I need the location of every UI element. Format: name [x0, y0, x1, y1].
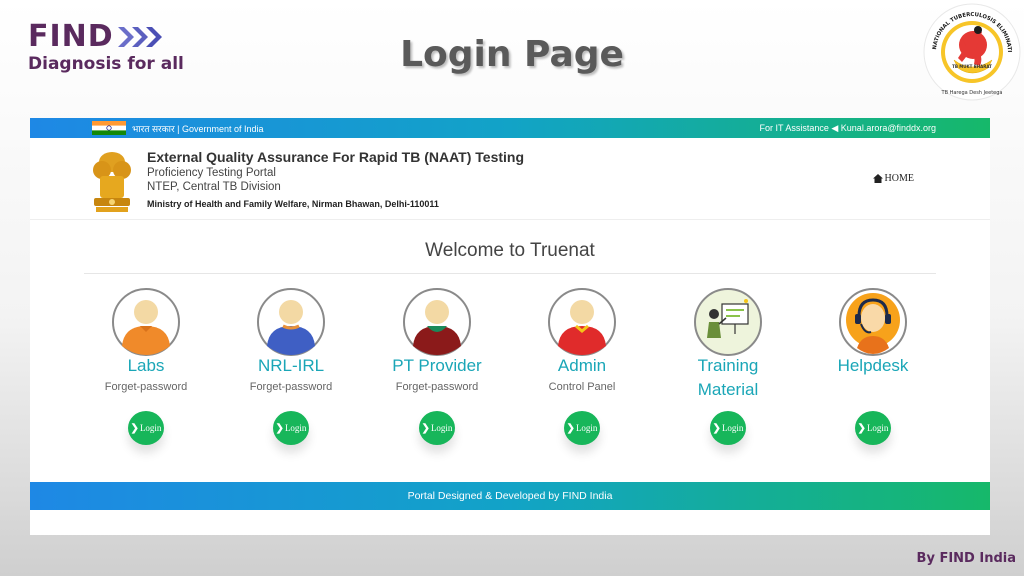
lab-user-avatar-icon — [112, 288, 180, 356]
login-button-admin[interactable]: ❯ Login — [564, 411, 600, 445]
seal-slogan-2: TB Harega Desh Jeetega — [941, 90, 1003, 96]
card-helpdesk: Helpdesk ❯ Login — [813, 288, 933, 445]
welcome-heading: Welcome to Truenat — [425, 240, 595, 261]
login-button-labs[interactable]: ❯ Login — [128, 411, 164, 445]
forget-password-link[interactable]: Forget-password — [231, 381, 351, 393]
portal-header: External Quality Assurance For Rapid TB … — [30, 138, 990, 220]
pt-provider-avatar-icon — [403, 288, 471, 356]
login-button-helpdesk[interactable]: ❯ Login — [855, 411, 891, 445]
portal-screenshot: भारत सरकार | Government of India For IT … — [30, 118, 990, 535]
seal-slogan-1: TB MUKT BHARAT — [952, 64, 992, 69]
card-labs: Labs Forget-password ❯ Login — [86, 288, 206, 445]
home-link[interactable]: HOME — [872, 173, 914, 184]
portal-subtitle-2: NTEP, Central TB Division — [147, 181, 281, 193]
training-presenter-icon — [694, 288, 762, 356]
admin-avatar-icon — [548, 288, 616, 356]
card-title: Helpdesk — [837, 356, 909, 375]
control-panel-link[interactable]: Control Panel — [522, 381, 642, 393]
slide-title: Login Page — [400, 34, 624, 75]
card-admin: Admin Control Panel ❯ Login — [522, 288, 642, 445]
portal-subtitle-1: Proficiency Testing Portal — [147, 167, 276, 179]
login-button-nrl-irl[interactable]: ❯ Login — [273, 411, 309, 445]
forget-password-link[interactable]: Forget-password — [86, 381, 206, 393]
login-button-pt-provider[interactable]: ❯ Login — [419, 411, 455, 445]
divider — [84, 273, 936, 274]
card-title: NRL-IRL — [257, 356, 325, 375]
ntep-seal-logo: NATIONAL TUBERCULOSIS ELIMINATION PROGRA… — [922, 2, 1021, 101]
gov-bar: भारत सरकार | Government of India For IT … — [30, 118, 990, 138]
it-assistance-text[interactable]: For IT Assistance ◀ Kunal.arora@finddx.o… — [760, 123, 936, 134]
home-icon — [872, 174, 883, 183]
login-button-training-material[interactable]: ❯ Login — [710, 411, 746, 445]
login-cards: Labs Forget-password ❯ Login NRL-IRL Forg… — [30, 288, 990, 488]
gov-of-india-text: भारत सरकार | Government of India — [132, 123, 264, 134]
card-title: Labs — [127, 356, 165, 375]
card-pt-provider: PT Provider Forget-password ❯ Login — [377, 288, 497, 445]
home-label: HOME — [884, 173, 914, 184]
ministry-address: Ministry of Health and Family Welfare, N… — [147, 199, 439, 209]
nrl-user-avatar-icon — [257, 288, 325, 356]
card-title: Admin — [557, 356, 607, 375]
helpdesk-headset-icon — [839, 288, 907, 356]
forget-password-link[interactable]: Forget-password — [377, 381, 497, 393]
card-nrl-irl: NRL-IRL Forget-password ❯ Login — [231, 288, 351, 445]
card-training-material: Training Material ❯ Login — [668, 288, 788, 445]
portal-title: External Quality Assurance For Rapid TB … — [147, 149, 525, 165]
india-flag-icon — [92, 121, 126, 135]
portal-footer: Portal Designed & Developed by FIND Indi… — [30, 482, 990, 510]
card-title: PT Provider — [392, 356, 482, 375]
card-title: Training Material — [697, 356, 759, 399]
state-emblem-icon — [93, 152, 131, 212]
slide-credit: By FIND India — [916, 551, 1016, 566]
